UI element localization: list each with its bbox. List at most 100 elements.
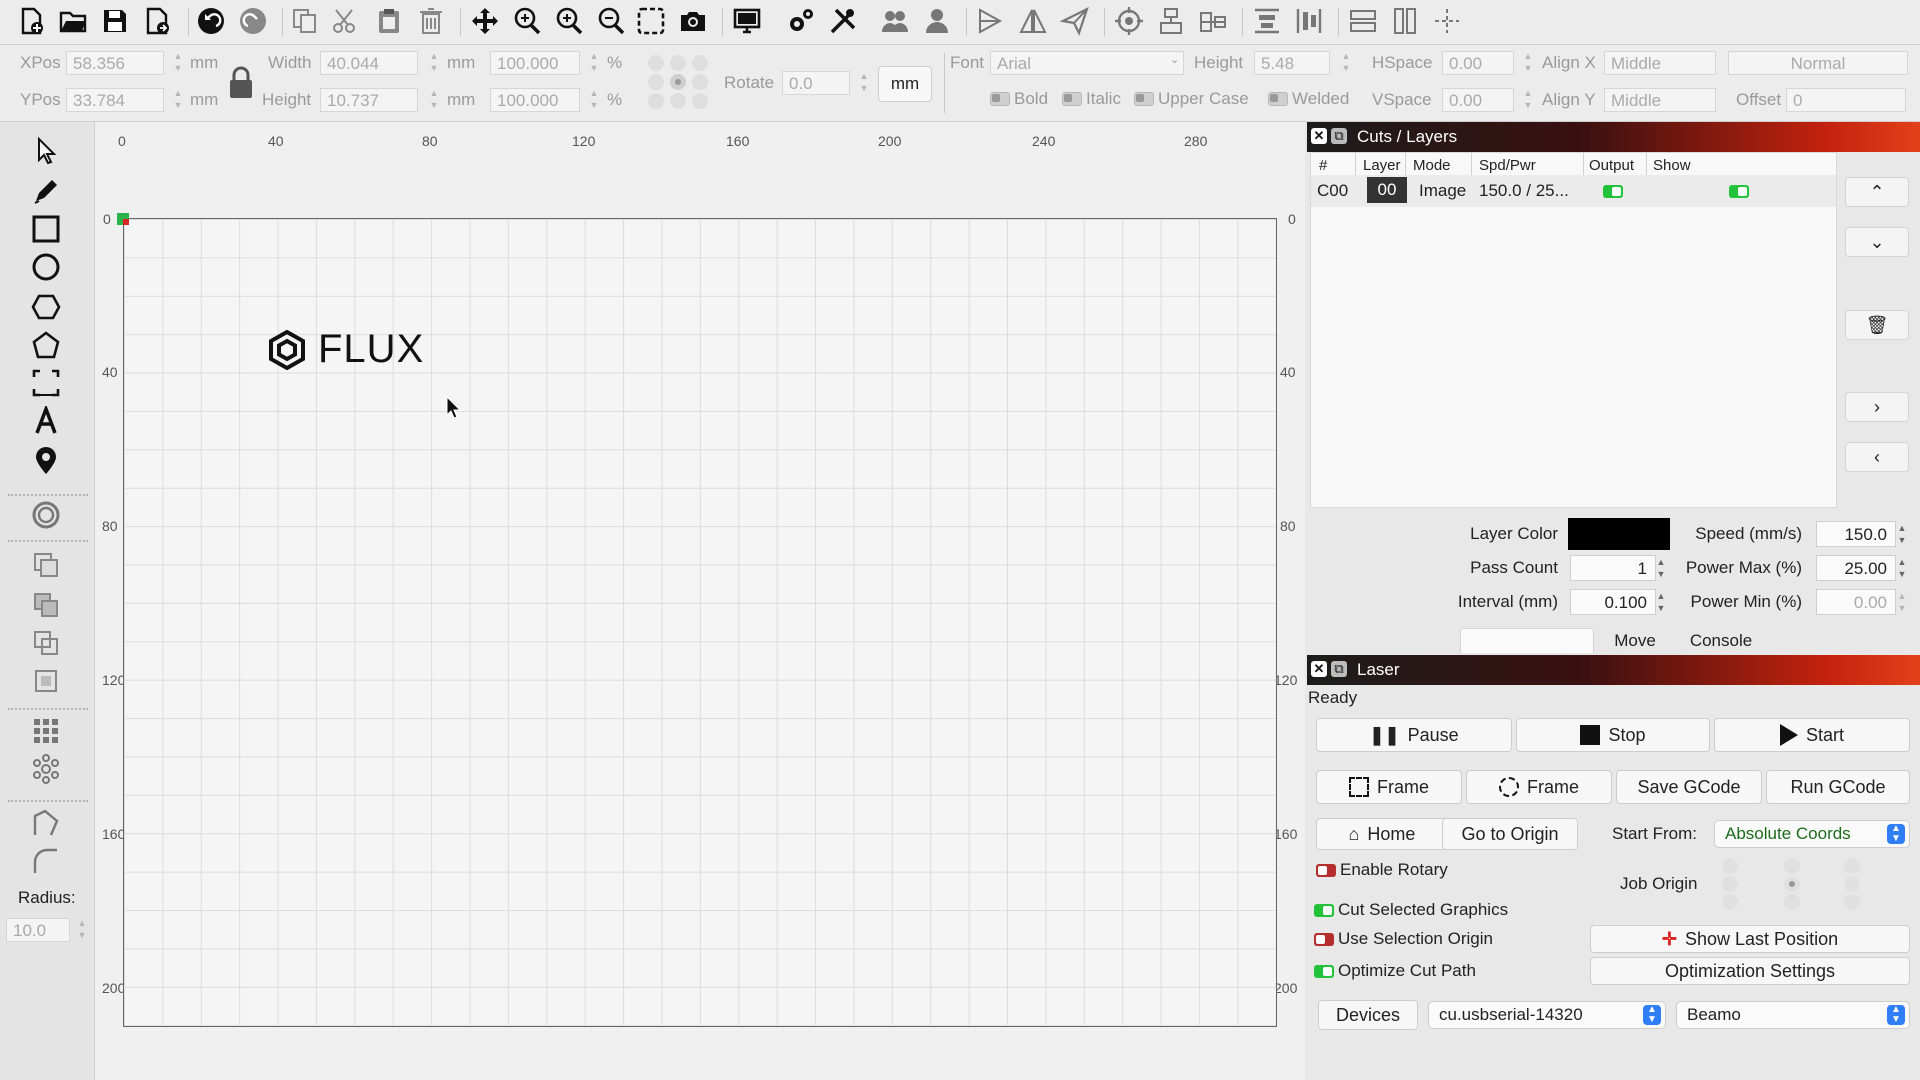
fillet-icon[interactable] bbox=[24, 844, 68, 878]
ref-point-tr[interactable] bbox=[692, 55, 708, 71]
redo-icon[interactable] bbox=[236, 4, 270, 38]
ref-point-center[interactable] bbox=[670, 74, 686, 90]
boolean-diff-icon[interactable] bbox=[24, 626, 68, 660]
ref-point-tc[interactable] bbox=[670, 55, 686, 71]
flip-horizontal-icon[interactable] bbox=[974, 4, 1008, 38]
ungroup-icon[interactable] bbox=[920, 4, 954, 38]
offset-ring-icon[interactable] bbox=[24, 498, 68, 532]
width-input[interactable]: 40.044 bbox=[320, 51, 418, 75]
ref-point-mr[interactable] bbox=[692, 74, 708, 90]
power-min-input[interactable]: 0.00 bbox=[1816, 589, 1896, 615]
width-stepper[interactable]: ▲ ▼ bbox=[428, 50, 440, 76]
delete-icon[interactable] bbox=[414, 4, 448, 38]
welded-checkbox[interactable]: Welded bbox=[1268, 89, 1349, 109]
zoom-in-alt-icon[interactable] bbox=[552, 4, 586, 38]
group-icon[interactable] bbox=[878, 4, 912, 38]
bold-checkbox[interactable]: Bold bbox=[990, 89, 1048, 109]
circular-array-icon[interactable] bbox=[24, 752, 68, 786]
zoom-in-icon[interactable] bbox=[510, 4, 544, 38]
port-select[interactable]: cu.usbserial-14320 ▲ ▼ bbox=[1428, 1001, 1666, 1029]
save-gcode-button[interactable]: Save GCode bbox=[1616, 770, 1762, 804]
ref-point-bc[interactable] bbox=[670, 93, 686, 109]
save-icon[interactable] bbox=[98, 4, 132, 38]
distribute-icon[interactable] bbox=[1250, 4, 1284, 38]
align-y-select[interactable]: Middle bbox=[1604, 88, 1716, 112]
text-style-select[interactable]: Normal bbox=[1728, 51, 1908, 75]
pen-icon[interactable] bbox=[24, 174, 68, 208]
same-size-icon[interactable] bbox=[1346, 4, 1380, 38]
optimize-cut-path-toggle[interactable]: Optimize Cut Path bbox=[1314, 961, 1476, 981]
interval-stepper[interactable]: ▲ ▼ bbox=[1655, 590, 1667, 616]
rectangle-icon[interactable] bbox=[24, 212, 68, 246]
boolean-intersect-icon[interactable] bbox=[24, 664, 68, 698]
same-size-vertical-icon[interactable] bbox=[1388, 4, 1422, 38]
scale-width-stepper[interactable]: ▲ ▼ bbox=[588, 50, 600, 76]
close-panel-icon[interactable]: ✕ bbox=[1311, 661, 1327, 677]
rect-mark-icon[interactable] bbox=[24, 366, 68, 400]
flip-vertical-icon[interactable] bbox=[1016, 4, 1050, 38]
copy-shape-icon[interactable] bbox=[24, 548, 68, 582]
detach-panel-icon[interactable]: ⧉ bbox=[1331, 128, 1347, 144]
tab-blank[interactable] bbox=[1460, 628, 1594, 656]
target-icon[interactable] bbox=[1112, 4, 1146, 38]
job-origin-tl[interactable] bbox=[1722, 858, 1738, 874]
pause-button[interactable]: ❚❚ Pause bbox=[1316, 718, 1512, 752]
xpos-stepper[interactable]: ▲ ▼ bbox=[172, 50, 184, 76]
text-height-input[interactable]: 5.48 bbox=[1254, 51, 1330, 75]
undo-icon[interactable] bbox=[194, 4, 228, 38]
start-from-select[interactable]: Absolute Coords ▲ ▼ bbox=[1714, 820, 1910, 848]
corner-icon[interactable] bbox=[24, 806, 68, 840]
text-icon[interactable] bbox=[24, 404, 68, 438]
monitor-icon[interactable] bbox=[730, 4, 764, 38]
pass-count-input[interactable]: 1 bbox=[1570, 555, 1656, 581]
speed-stepper[interactable]: ▲ ▼ bbox=[1896, 522, 1908, 548]
interval-input[interactable]: 0.100 bbox=[1570, 589, 1656, 615]
italic-checkbox[interactable]: Italic bbox=[1062, 89, 1121, 109]
table-row[interactable]: C00 00 Image 150.0 / 25... bbox=[1311, 175, 1836, 207]
close-panel-icon[interactable]: ✕ bbox=[1311, 128, 1327, 144]
height-stepper[interactable]: ▲ ▼ bbox=[428, 87, 440, 113]
unit-toggle-button[interactable]: mm bbox=[878, 66, 932, 102]
power-min-stepper[interactable]: ▲ ▼ bbox=[1896, 590, 1908, 616]
tools-icon[interactable] bbox=[826, 4, 860, 38]
detach-panel-icon[interactable]: ⧉ bbox=[1331, 661, 1347, 677]
hspace-stepper[interactable]: ▲ ▼ bbox=[1522, 50, 1534, 76]
stop-button[interactable]: Stop bbox=[1516, 718, 1710, 752]
xpos-input[interactable]: 58.356 bbox=[66, 51, 164, 75]
new-file-icon[interactable] bbox=[14, 4, 48, 38]
scale-height-stepper[interactable]: ▲ ▼ bbox=[588, 87, 600, 113]
job-origin-mr[interactable] bbox=[1844, 876, 1860, 892]
move-layer-down-button[interactable]: ⌄ bbox=[1845, 227, 1909, 257]
cut-icon[interactable] bbox=[328, 4, 362, 38]
job-origin-ml[interactable] bbox=[1722, 876, 1738, 892]
offset-input[interactable]: 0 bbox=[1786, 88, 1906, 112]
job-origin-tc[interactable] bbox=[1784, 858, 1800, 874]
devices-button[interactable]: Devices bbox=[1318, 1000, 1418, 1030]
ref-point-bl[interactable] bbox=[648, 93, 664, 109]
settings-gears-icon[interactable] bbox=[784, 4, 818, 38]
go-to-origin-button[interactable]: Go to Origin bbox=[1442, 818, 1578, 850]
optimization-settings-button[interactable]: Optimization Settings bbox=[1590, 957, 1910, 985]
ref-point-tl[interactable] bbox=[648, 55, 664, 71]
open-folder-icon[interactable] bbox=[56, 4, 90, 38]
tab-move[interactable]: Move bbox=[1594, 628, 1676, 654]
pass-count-stepper[interactable]: ▲ ▼ bbox=[1655, 556, 1667, 582]
align-top-icon[interactable] bbox=[1154, 4, 1188, 38]
scale-width-input[interactable]: 100.000 bbox=[490, 51, 580, 75]
move-layer-up-button[interactable]: ⌃ bbox=[1845, 177, 1909, 207]
frame-contour-button[interactable]: Frame bbox=[1466, 770, 1612, 804]
send-icon[interactable] bbox=[1058, 4, 1092, 38]
height-input[interactable]: 10.737 bbox=[320, 88, 418, 112]
ref-point-ml[interactable] bbox=[648, 74, 664, 90]
select-area-icon[interactable] bbox=[634, 4, 668, 38]
speed-input[interactable]: 150.0 bbox=[1816, 521, 1896, 547]
collapse-panel-button[interactable]: ‹ bbox=[1845, 442, 1909, 472]
expand-panel-button[interactable]: › bbox=[1845, 392, 1909, 422]
camera-icon[interactable] bbox=[676, 4, 710, 38]
font-select[interactable]: Arial bbox=[990, 51, 1184, 75]
select-arrow-icon[interactable] bbox=[24, 134, 68, 168]
crosshair-icon[interactable] bbox=[1430, 4, 1464, 38]
cut-selected-graphics-toggle[interactable]: Cut Selected Graphics bbox=[1314, 900, 1508, 920]
home-button[interactable]: ⌂ Home bbox=[1316, 818, 1448, 850]
ref-point-br[interactable] bbox=[692, 93, 708, 109]
